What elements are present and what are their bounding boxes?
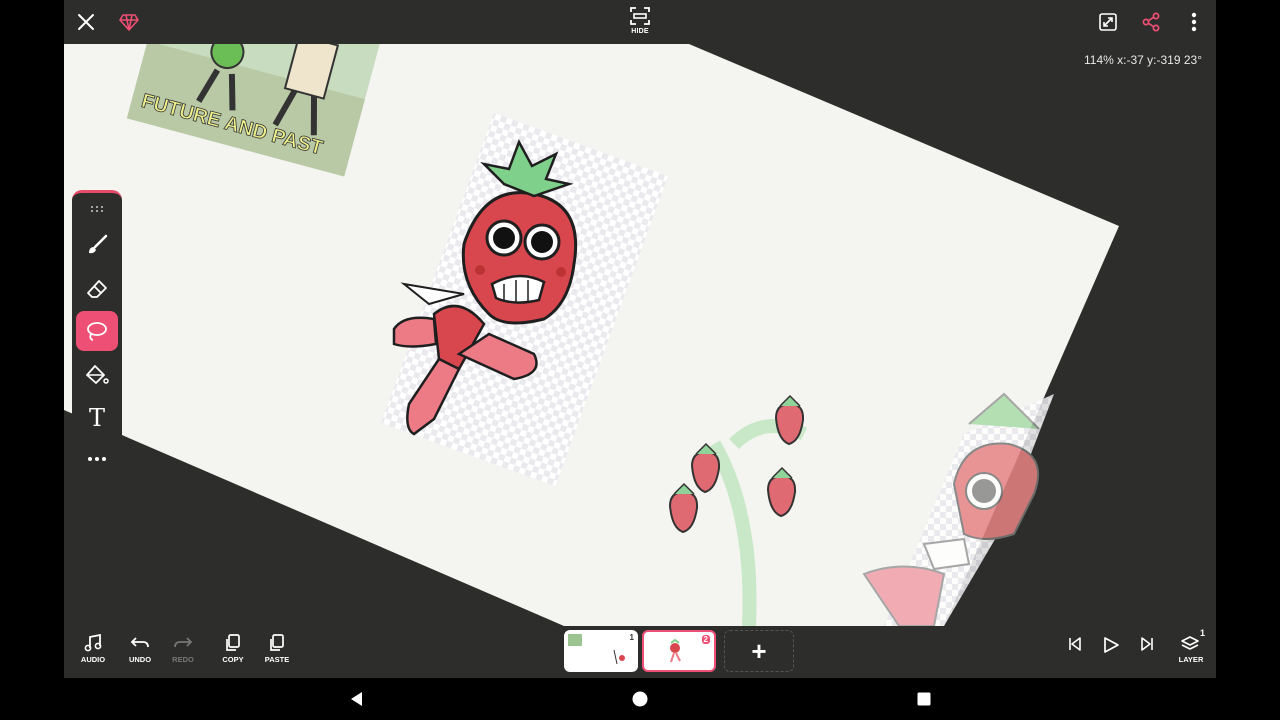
recents-nav-icon[interactable] [912,688,936,710]
text-tool-icon[interactable]: T [76,398,118,438]
tool-palette: T [72,190,122,480]
copy-label: COPY [222,655,244,664]
undo-button[interactable]: UNDO [120,634,160,672]
add-frame-button[interactable]: + [724,630,794,672]
lasso-icon[interactable] [76,311,118,351]
zoom-readout: 114% x:-37 y:-319 23° [1084,53,1202,67]
skip-start-icon [1069,637,1081,651]
share-icon[interactable] [1137,8,1165,36]
paste-icon [270,634,284,651]
eraser-icon[interactable] [76,269,118,309]
layer-count: 1 [1199,628,1205,638]
add-frame-plus: + [751,636,767,666]
gem-icon[interactable] [115,8,143,36]
app-window: HIDE 114% x:-37 y:-319 23° FUTURE AND PA… [64,0,1216,678]
frame-thumbnail-2[interactable]: 2 [642,630,716,672]
top-bar: HIDE [64,0,1216,44]
frame-thumbnail-1[interactable]: 1 [564,630,638,672]
skip-to-end-button[interactable] [1127,636,1167,674]
redo-icon [174,637,193,648]
layers-icon [1181,636,1199,650]
drawing-canvas[interactable]: FUTURE AND PAST [64,44,1216,626]
canvas-artwork: FUTURE AND PAST [64,44,1119,626]
copy-button[interactable]: COPY [213,634,253,672]
back-nav-icon[interactable] [344,688,368,710]
layer-button[interactable]: 1 LAYER [1171,628,1211,672]
hide-button[interactable]: HIDE [624,6,656,40]
close-icon[interactable] [72,8,100,36]
bottom-bar: AUDIO UNDO REDO COPY PASTE 1 2 + 1 LAYER [64,626,1216,678]
paste-label: PASTE [264,655,290,664]
skip-to-start-button[interactable] [1055,636,1095,674]
drag-handle-icon[interactable] [76,195,118,223]
more-vert-icon[interactable] [1180,8,1208,36]
hide-icon [630,7,650,25]
play-button[interactable] [1091,636,1131,674]
system-navigation-bar [0,678,1280,720]
brush-icon[interactable] [76,225,118,265]
copy-icon [226,634,240,651]
fill-bucket-icon[interactable] [76,355,118,395]
home-nav-icon[interactable] [628,688,652,710]
frame-2-number: 2 [701,635,710,644]
text-tool-glyph: T [88,404,105,432]
music-note-icon [84,634,102,652]
audio-label: AUDIO [80,655,106,664]
paste-button[interactable]: PASTE [257,634,297,672]
hide-label: HIDE [631,28,649,35]
undo-label: UNDO [128,655,152,664]
skip-end-icon [1141,637,1153,651]
redo-button[interactable]: REDO [163,634,203,672]
more-horiz-icon[interactable] [76,443,118,475]
audio-button[interactable]: AUDIO [73,634,113,672]
layer-label: LAYER [1178,655,1204,664]
frame-1-number: 1 [629,633,634,642]
frame-1-preview [568,634,625,665]
fit-screen-icon[interactable] [1094,8,1122,36]
play-icon [1104,637,1119,653]
undo-icon [130,637,149,648]
redo-label: REDO [172,655,194,664]
